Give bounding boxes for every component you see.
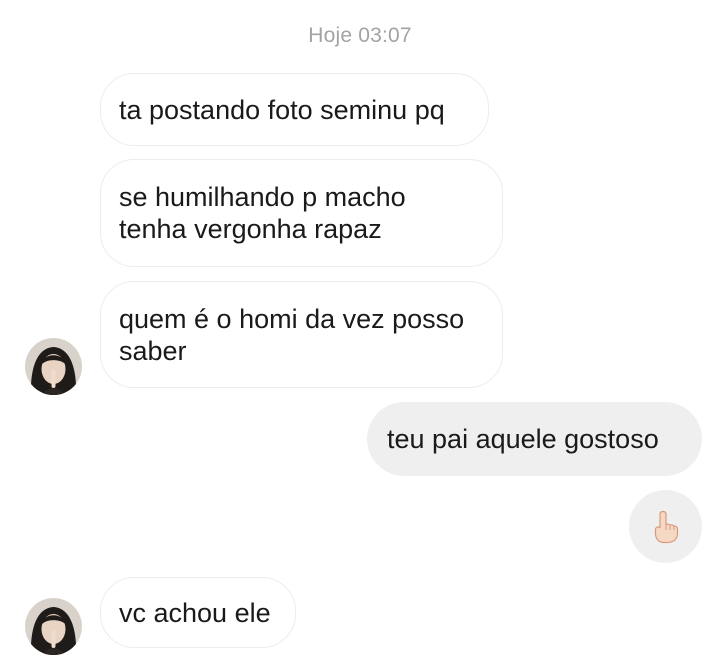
- avatar-photo-icon: [25, 598, 82, 655]
- message-text: se humilhando p macho: [119, 182, 406, 212]
- message-text: vc achou ele: [119, 597, 271, 628]
- incoming-message-bubble[interactable]: vc achou ele: [100, 577, 296, 648]
- message-text: quem é o homi da vez posso: [119, 303, 465, 334]
- outgoing-emoji-bubble[interactable]: [629, 490, 702, 563]
- middle-finger-icon: [654, 510, 678, 543]
- sender-avatar[interactable]: [25, 338, 82, 395]
- sender-avatar[interactable]: [25, 598, 82, 655]
- incoming-message-bubble[interactable]: se humilhando p macho tenha vergonha rap…: [100, 159, 503, 267]
- message-text: teu pai aquele gostoso: [387, 424, 659, 454]
- message-timestamp: Hoje 03:07: [308, 24, 412, 47]
- message-text: ta postando foto seminu pq: [119, 94, 445, 125]
- avatar-photo-icon: [25, 338, 82, 395]
- incoming-message-bubble[interactable]: quem é o homi da vez posso saber: [100, 281, 503, 388]
- outgoing-message-bubble[interactable]: teu pai aquele gostoso: [367, 402, 702, 476]
- message-text: tenha vergonha rapaz: [119, 214, 382, 244]
- message-text: saber: [119, 335, 187, 366]
- incoming-message-bubble[interactable]: ta postando foto seminu pq: [100, 73, 489, 146]
